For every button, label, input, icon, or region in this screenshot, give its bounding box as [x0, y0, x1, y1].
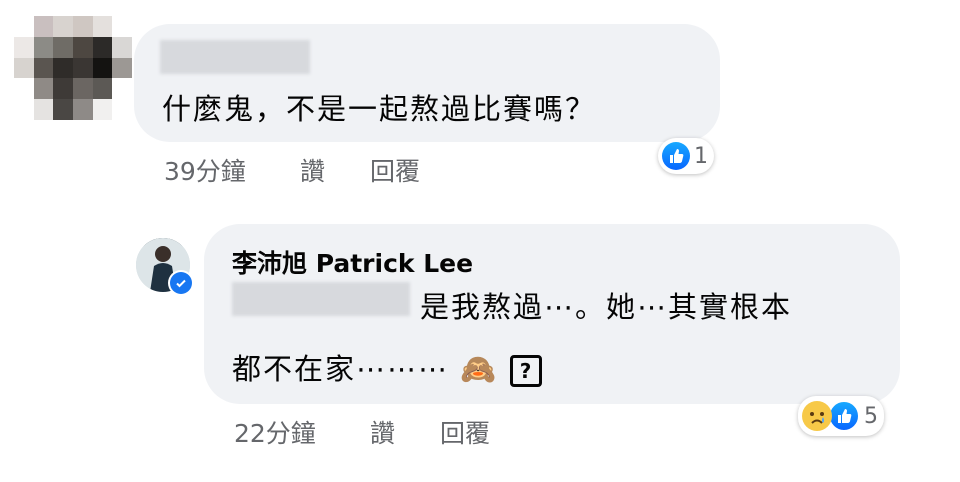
reaction-count: 1	[694, 143, 708, 169]
commenter-name-blurred[interactable]	[160, 40, 310, 74]
comment-time[interactable]: 39分鐘	[164, 152, 246, 188]
like-link[interactable]: 讚	[300, 152, 325, 188]
reaction-count: 5	[864, 403, 878, 429]
mentioned-name-blurred[interactable]	[232, 282, 410, 316]
sad-icon	[802, 401, 832, 431]
reaction-summary[interactable]: 1	[658, 138, 714, 174]
reply-text-line-1: 是我熬過⋯。她⋯其實根本	[420, 290, 793, 324]
reply-text-line-2: 都不在家⋯⋯⋯ 🙈 ?	[232, 346, 542, 388]
reply-author-name[interactable]: 李沛旭 Patrick Lee	[232, 244, 473, 280]
commenter-avatar-blurred[interactable]	[14, 16, 132, 120]
like-icon	[662, 142, 690, 170]
reply-text-line-2-text: 都不在家⋯⋯⋯	[232, 352, 450, 386]
comment-text: 什麼鬼，不是一起熬過比賽嗎？	[162, 92, 597, 126]
unknown-glyph-icon: ?	[509, 355, 542, 387]
reply-link[interactable]: 回覆	[370, 152, 420, 188]
like-icon	[828, 400, 860, 432]
reply-reaction-summary[interactable]: 5	[798, 396, 884, 436]
see-no-evil-monkey-icon: 🙈	[460, 352, 499, 386]
reply-time[interactable]: 22分鐘	[234, 414, 316, 450]
reply-like-link[interactable]: 讚	[370, 414, 395, 450]
reply-reply-link[interactable]: 回覆	[440, 414, 490, 450]
verified-badge-icon	[168, 270, 194, 296]
